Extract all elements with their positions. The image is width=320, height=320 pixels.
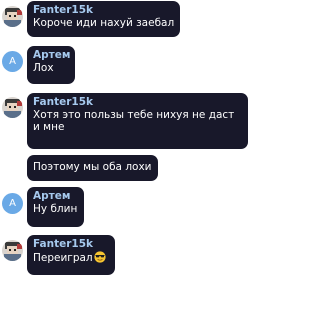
message-text: Ну блин [33, 203, 78, 215]
character-avatar-icon [2, 240, 23, 261]
character-avatar-icon [2, 6, 23, 27]
message-text: Короче иди нахуй заебал [33, 17, 175, 29]
message-bubble[interactable]: Fanter15k Переиграл [27, 235, 115, 275]
avatar[interactable]: А [2, 51, 23, 72]
message-bubble[interactable]: Поэтому мы оба лохи [27, 155, 158, 181]
message-text: Поэтому мы оба лохи [33, 161, 152, 173]
sender-name[interactable]: Артем [33, 190, 78, 203]
sunglasses-emoji-icon [94, 251, 106, 266]
sender-name[interactable]: Артем [33, 49, 70, 62]
avatar-letter: А [9, 56, 16, 67]
message-text: Переиграл [33, 252, 93, 264]
message-bubble[interactable]: Fanter15k Хотя это пользы тебе нихуя не … [27, 93, 248, 149]
message-bubble[interactable]: Fanter15k Короче иди нахуй заебал [27, 1, 180, 37]
avatar[interactable] [2, 6, 23, 27]
sender-name[interactable]: Fanter15k [33, 238, 109, 251]
message-text: Лох [33, 62, 54, 74]
message-bubble[interactable]: Артем Ну блин [27, 187, 84, 227]
chat-history: Fanter15k Короче иди нахуй заебал А Арте… [0, 0, 249, 320]
message-text: Хотя это пользы тебе нихуя не даст и мне [33, 109, 235, 133]
avatar[interactable]: А [2, 193, 23, 214]
message-bubble[interactable]: Артем Лох [27, 46, 75, 84]
sender-name[interactable]: Fanter15k [33, 96, 242, 109]
avatar[interactable] [2, 97, 23, 118]
avatar[interactable] [2, 240, 23, 261]
avatar-letter: А [9, 198, 16, 209]
sender-name[interactable]: Fanter15k [33, 4, 174, 17]
character-avatar-icon [2, 97, 23, 118]
